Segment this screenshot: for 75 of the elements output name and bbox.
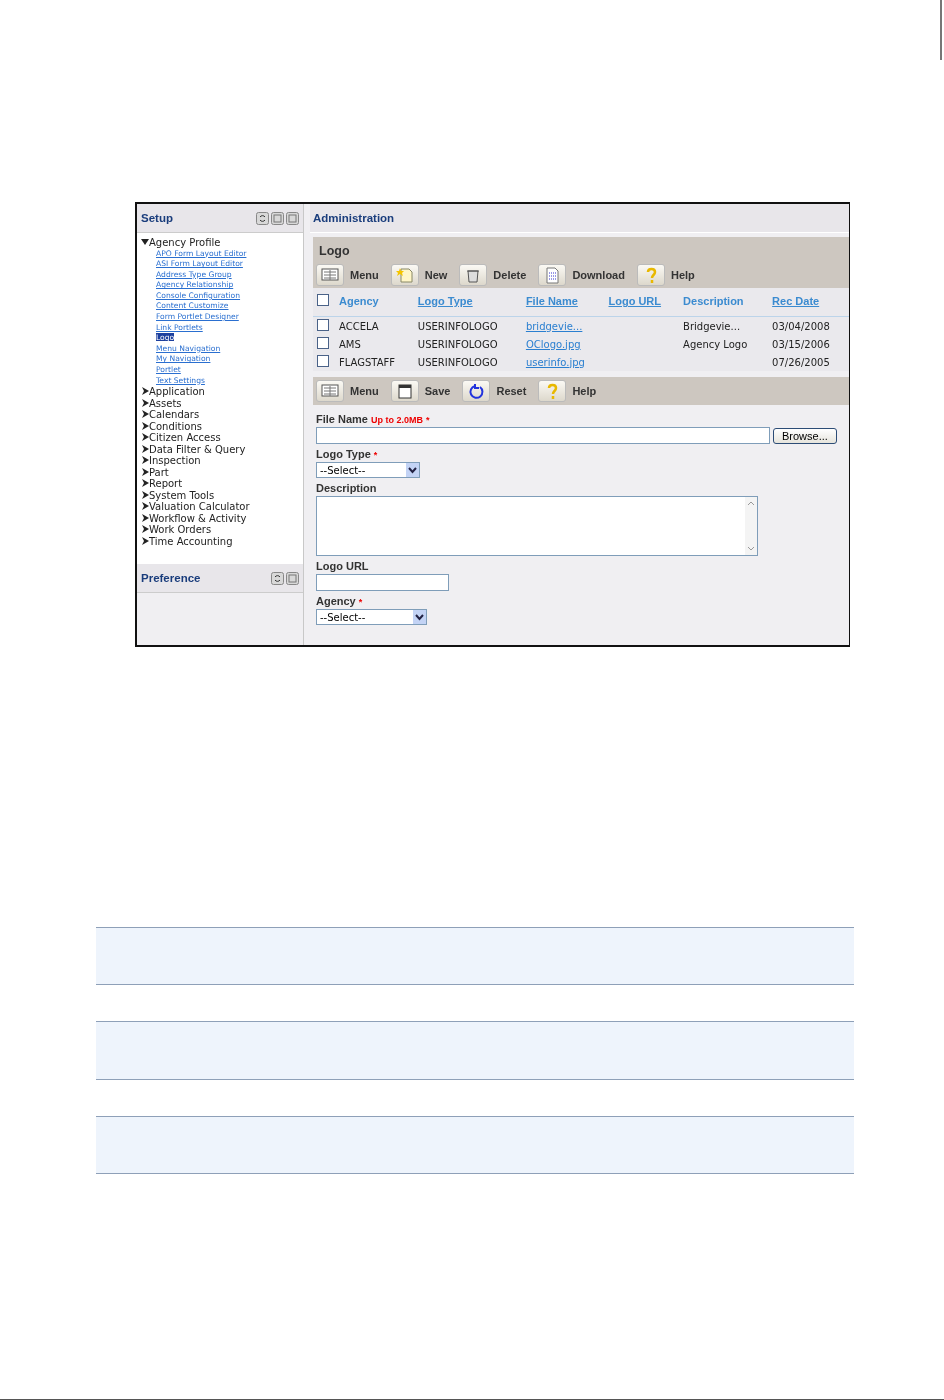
window-icon[interactable] xyxy=(271,211,284,225)
caret-icon xyxy=(413,610,426,624)
tree-item[interactable]: Work Orders xyxy=(149,524,212,536)
table-cell: FLAGSTAFF xyxy=(339,356,395,368)
help-button[interactable]: Help xyxy=(636,264,695,286)
download-button[interactable]: Download xyxy=(538,264,625,286)
caret-icon xyxy=(406,463,419,477)
tree-item[interactable]: Valuation Calculator xyxy=(149,501,250,513)
field-label: Description xyxy=(316,482,378,494)
field-label: Logo Type * xyxy=(316,448,379,460)
table-cell: 07/26/2005 xyxy=(772,356,830,368)
table-cell: 03/15/2006 xyxy=(772,338,830,350)
tree-item[interactable]: Part xyxy=(149,466,169,479)
panel-title: Administration xyxy=(313,212,395,224)
tree-item[interactable]: Inspection xyxy=(149,455,201,467)
tree-item[interactable]: Report xyxy=(149,478,183,490)
table-cell: Agency Logo xyxy=(683,338,748,350)
panel-title: Setup xyxy=(141,212,173,224)
delete-button[interactable]: Delete xyxy=(459,264,527,286)
select-field[interactable]: --Select-- xyxy=(316,462,420,478)
checkbox[interactable] xyxy=(317,319,329,331)
window-icon xyxy=(390,380,419,402)
menu-button[interactable]: Menu xyxy=(316,380,379,402)
table-cell: Bridgevie... xyxy=(683,320,741,332)
table-cell: AMS xyxy=(339,338,361,350)
tree-item[interactable]: Application xyxy=(149,386,205,398)
tree-item[interactable]: Agency Profile xyxy=(149,237,221,249)
binary-file-icon xyxy=(538,264,567,286)
help-button[interactable]: Help xyxy=(538,380,597,402)
browse-button[interactable]: Browse... xyxy=(773,427,837,444)
field-label: File Name Up to 2.0MB * xyxy=(316,413,431,425)
menu-button[interactable]: Menu xyxy=(316,264,379,286)
window-icon[interactable] xyxy=(286,571,299,585)
list-icon xyxy=(316,264,344,286)
checkbox[interactable] xyxy=(317,294,329,306)
file-link[interactable]: bridgevie... xyxy=(525,320,583,332)
table-cell: ACCELA xyxy=(339,320,379,332)
table-cell: USERINFOLOGO xyxy=(417,356,498,368)
save-button[interactable]: Save xyxy=(390,380,451,402)
file-field[interactable] xyxy=(316,427,770,444)
reset-icon xyxy=(462,380,491,402)
tree-item[interactable]: Citizen Access xyxy=(149,432,221,444)
checkbox[interactable] xyxy=(317,355,329,367)
refresh-icon[interactable] xyxy=(256,211,269,225)
file-link[interactable]: userinfo.jpg xyxy=(525,356,585,368)
tree-item[interactable]: Calendars xyxy=(149,409,200,421)
text-area[interactable] xyxy=(316,496,758,556)
refresh-icon[interactable] xyxy=(271,571,284,585)
tree-item[interactable]: Time Accounting xyxy=(149,535,233,548)
table-cell: 03/04/2008 xyxy=(772,320,830,332)
tree-item[interactable]: Data Filter & Query xyxy=(149,443,246,456)
list-icon xyxy=(316,380,344,402)
panel-title: Preference xyxy=(141,572,201,584)
help-icon xyxy=(538,380,567,402)
trash-icon xyxy=(459,264,488,286)
checkbox[interactable] xyxy=(317,337,329,349)
field-label: Agency * xyxy=(316,595,364,607)
file-link[interactable]: OClogo.jpg xyxy=(525,338,581,350)
table-cell: USERINFOLOGO xyxy=(417,320,498,332)
window-icon[interactable] xyxy=(286,211,299,225)
new-button[interactable]: New xyxy=(390,264,448,286)
tree-item[interactable]: Assets xyxy=(149,397,182,410)
table-cell: USERINFOLOGO xyxy=(417,338,498,350)
reset-button[interactable]: Reset xyxy=(462,380,527,402)
scrollbar-drawing xyxy=(745,497,757,555)
section-title: Logo xyxy=(318,243,351,260)
field-label: Logo URL xyxy=(316,560,370,572)
select-field[interactable]: --Select-- xyxy=(316,609,427,625)
help-icon xyxy=(636,264,665,286)
tree-item[interactable]: Workflow & Activity xyxy=(149,512,247,525)
tree-item[interactable]: Conditions xyxy=(149,420,202,433)
tree-item[interactable]: System Tools xyxy=(149,489,215,502)
expanded-arrow-icon[interactable] xyxy=(141,238,149,246)
input-field[interactable] xyxy=(316,574,449,591)
new-document-icon xyxy=(390,264,419,286)
